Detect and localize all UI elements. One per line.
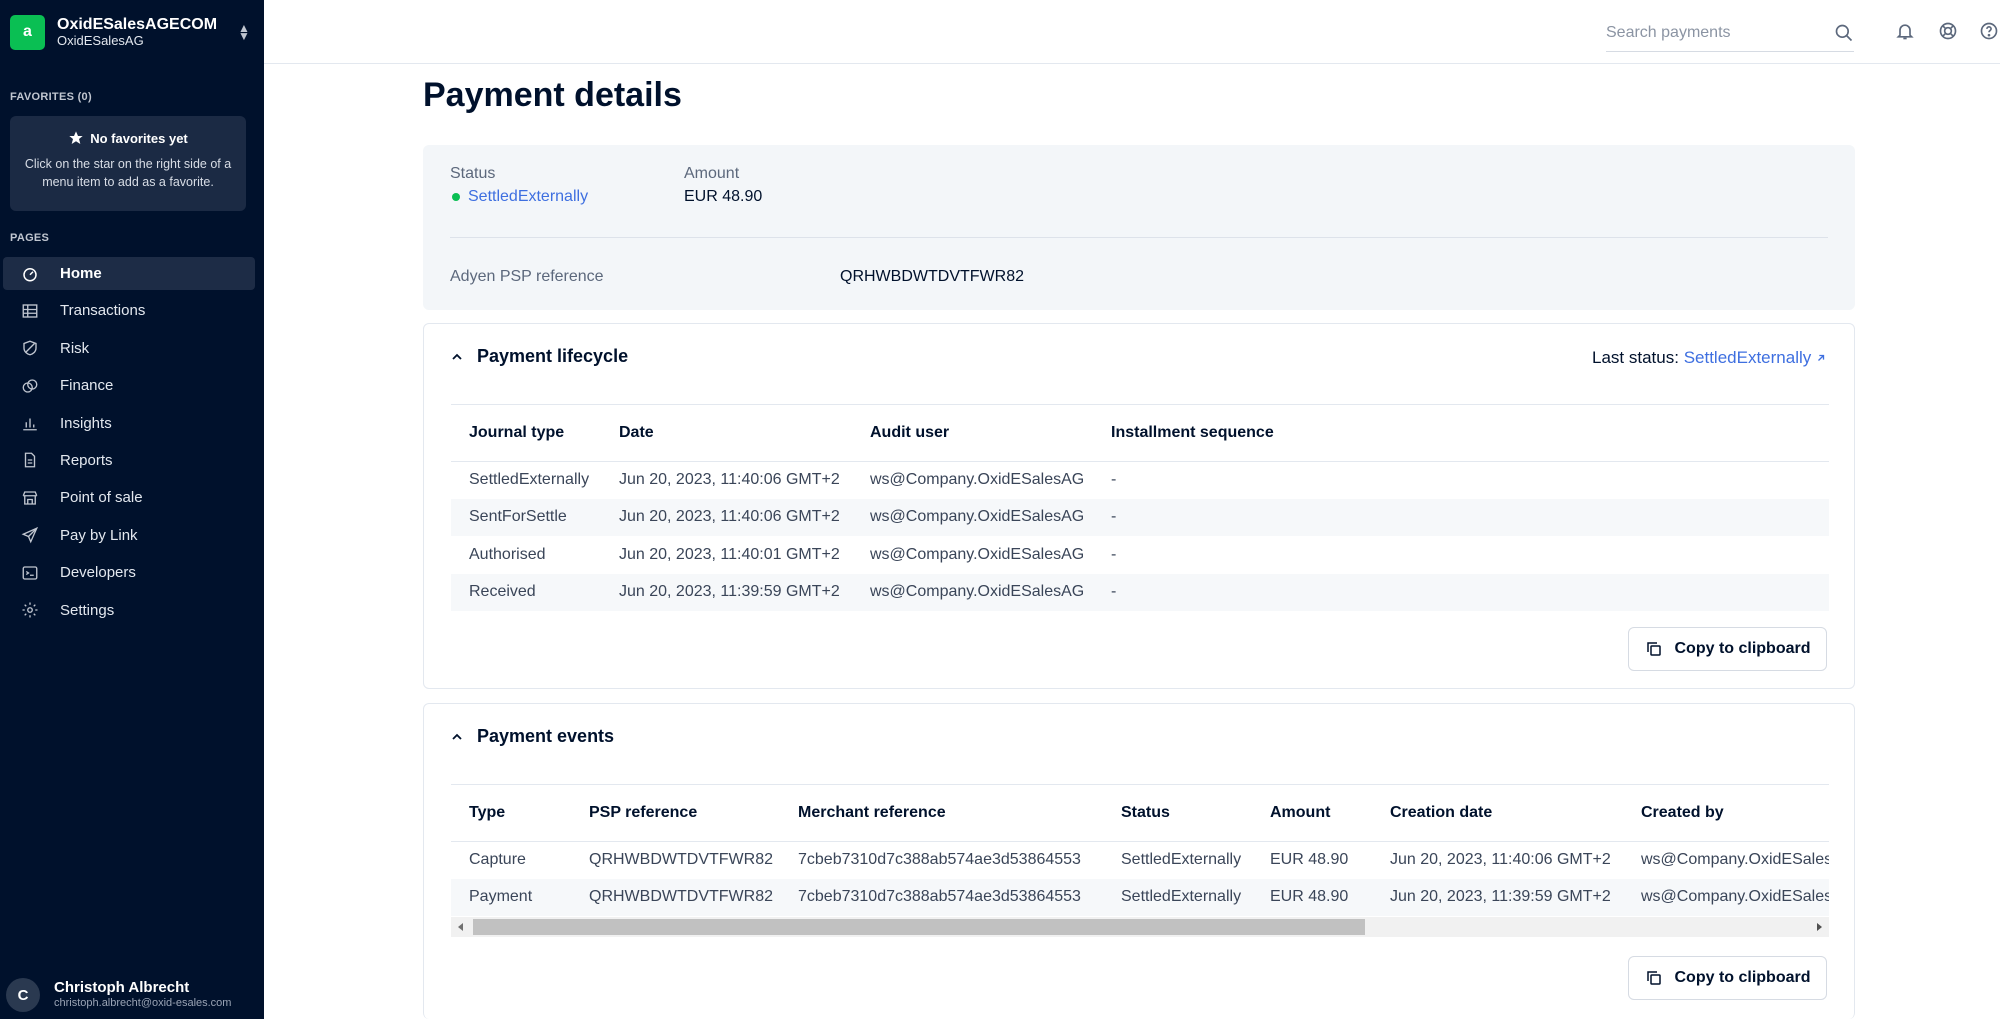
table-header-row: Journal type Date Audit user Installment…: [451, 405, 1829, 461]
favorites-title: No favorites yet: [90, 130, 188, 146]
divider: [450, 237, 1828, 238]
column-header[interactable]: Created by: [1623, 785, 1829, 841]
favorites-label: FAVORITES (0): [10, 91, 92, 103]
amount-label: Amount: [684, 165, 740, 182]
table-row: SentForSettle Jun 20, 2023, 11:40:06 GMT+…: [451, 498, 1829, 536]
column-header[interactable]: Type: [451, 785, 571, 841]
gear-icon: [21, 601, 39, 619]
column-header[interactable]: PSP reference: [571, 785, 780, 841]
copy-icon: [1646, 971, 1661, 985]
amount-value: EUR 48.90: [684, 188, 763, 205]
favorites-desc: Click on the star on the right side of a…: [24, 157, 232, 189]
column-header[interactable]: Amount: [1252, 785, 1372, 841]
user-name: Christoph Albrecht: [54, 979, 190, 997]
payment-lifecycle-toggle[interactable]: Payment lifecycle: [451, 346, 628, 367]
payment-events-card: Payment events Type PSP reference Mercha…: [423, 703, 1855, 1019]
external-link-icon: [1818, 354, 1825, 361]
horizontal-scrollbar[interactable]: [451, 917, 1829, 937]
column-header[interactable]: Installment sequence: [1093, 405, 1829, 461]
payment-events-title: Payment events: [477, 726, 615, 746]
psp-reference-value: QRHWBDWTDVTFWR82: [840, 268, 1024, 285]
document-icon: [21, 451, 39, 469]
table-row: Received Jun 20, 2023, 11:39:59 GMT+2 ws@C…: [451, 573, 1829, 611]
sidebar-item-risk[interactable]: Risk: [3, 332, 255, 365]
star-icon: [69, 131, 83, 144]
table-icon: [21, 302, 39, 320]
copy-to-clipboard-button[interactable]: Copy to clipboard: [1628, 627, 1827, 671]
column-header[interactable]: Creation date: [1372, 785, 1623, 841]
home-icon: [21, 265, 39, 283]
scroll-left-icon[interactable]: [455, 921, 467, 933]
chevron-up-icon: [452, 733, 462, 740]
lifecycle-table-wrap: Journal type Date Audit user Installment…: [451, 404, 1829, 611]
search-input[interactable]: [1606, 23, 1834, 42]
lifecycle-table: Journal type Date Audit user Installment…: [451, 405, 1829, 611]
table-row: Capture QRHWBDWTDVTFWR82 7cbeb7310d7c388ab…: [469, 851, 1829, 868]
account-switcher[interactable]: a OxidESalesAGECOM OxidESalesAG ▲ ▼: [10, 12, 254, 52]
table-row: Payment QRHWBDWTDVTFWR82 7cbeb7310d7c388ab…: [451, 878, 1829, 916]
paper-plane-icon: [21, 526, 39, 544]
sidebar-item-reports[interactable]: Reports: [3, 444, 255, 477]
copy-icon: [1646, 642, 1661, 656]
psp-reference-label: Adyen PSP reference: [450, 268, 604, 285]
sidebar: a OxidESalesAGECOM OxidESalesAG ▲ ▼ FAVOR…: [0, 0, 264, 1019]
status-value[interactable]: SettledExternally: [452, 188, 588, 206]
payment-lifecycle-title: Payment lifecycle: [477, 346, 629, 366]
store-icon: [21, 489, 39, 507]
sidebar-nav: Home Transactions Risk Finance Insights …: [0, 257, 264, 631]
pages-label: PAGES: [10, 232, 50, 244]
lifebuoy-icon[interactable]: [1937, 20, 1959, 42]
sidebar-item-developers[interactable]: Developers: [3, 556, 255, 589]
search-box: [1606, 14, 1854, 52]
scrollbar-thumb[interactable]: [473, 919, 1365, 935]
status-label: Status: [450, 165, 496, 182]
coins-icon: [21, 377, 39, 395]
sidebar-item-point-of-sale[interactable]: Point of sale: [3, 481, 255, 514]
search-icon[interactable]: [1834, 23, 1854, 43]
sidebar-item-settings[interactable]: Settings: [3, 594, 255, 627]
sidebar-item-transactions[interactable]: Transactions: [3, 294, 255, 327]
sidebar-item-finance[interactable]: Finance: [3, 369, 255, 402]
bell-icon[interactable]: [1894, 20, 1916, 42]
scroll-right-icon[interactable]: [1813, 921, 1825, 933]
favorites-box: No favorites yet Click on the star on th…: [10, 116, 246, 211]
column-header[interactable]: Merchant reference: [780, 785, 1103, 841]
payment-events-toggle[interactable]: Payment events: [451, 726, 614, 747]
bar-chart-icon: [21, 414, 39, 432]
chevron-up-down-icon[interactable]: ▲ ▼: [234, 22, 254, 42]
user-profile[interactable]: C Christoph Albrecht christoph.albrecht@…: [6, 976, 260, 1014]
chevron-up-icon: [452, 353, 462, 360]
copy-to-clipboard-button[interactable]: Copy to clipboard: [1628, 956, 1827, 1000]
column-header[interactable]: Audit user: [852, 405, 1093, 461]
last-status: Last status: SettledExternally: [1592, 348, 1826, 368]
terminal-icon: [21, 564, 39, 582]
table-row: Authorised Jun 20, 2023, 11:40:01 GMT+2 ws…: [469, 545, 1117, 563]
sidebar-item-home[interactable]: Home: [3, 257, 255, 290]
shield-icon: [21, 339, 39, 357]
column-header[interactable]: Status: [1103, 785, 1252, 841]
avatar: C: [6, 978, 40, 1012]
payment-lifecycle-card: Payment lifecycle Last status: SettledEx…: [423, 323, 1855, 689]
account-sub: OxidESalesAG: [57, 32, 144, 48]
top-bar: [264, 0, 2000, 64]
last-status-link[interactable]: SettledExternally: [1684, 348, 1826, 367]
events-table: Type PSP reference Merchant reference St…: [451, 785, 1829, 916]
account-logo: a: [10, 14, 45, 50]
sidebar-item-pay-by-link[interactable]: Pay by Link: [3, 519, 255, 552]
account-name: OxidESalesAGECOM: [57, 16, 218, 34]
table-row: SettledExternally Jun 20, 2023, 11:40:06 …: [469, 471, 1117, 488]
help-icon[interactable]: [1978, 20, 2000, 42]
payment-summary: Status SettledExternally Amount EUR 48.9…: [423, 145, 1855, 310]
status-dot: [452, 192, 460, 201]
events-table-wrap: Type PSP reference Merchant reference St…: [451, 784, 1829, 917]
column-header[interactable]: Date: [601, 405, 852, 461]
page-title: Payment details: [423, 76, 682, 114]
column-header[interactable]: Journal type: [451, 405, 601, 461]
user-email: christoph.albrecht@oxid-esales.com: [54, 997, 232, 1010]
sidebar-item-insights[interactable]: Insights: [3, 407, 255, 440]
table-header-row: Type PSP reference Merchant reference St…: [451, 785, 1829, 841]
